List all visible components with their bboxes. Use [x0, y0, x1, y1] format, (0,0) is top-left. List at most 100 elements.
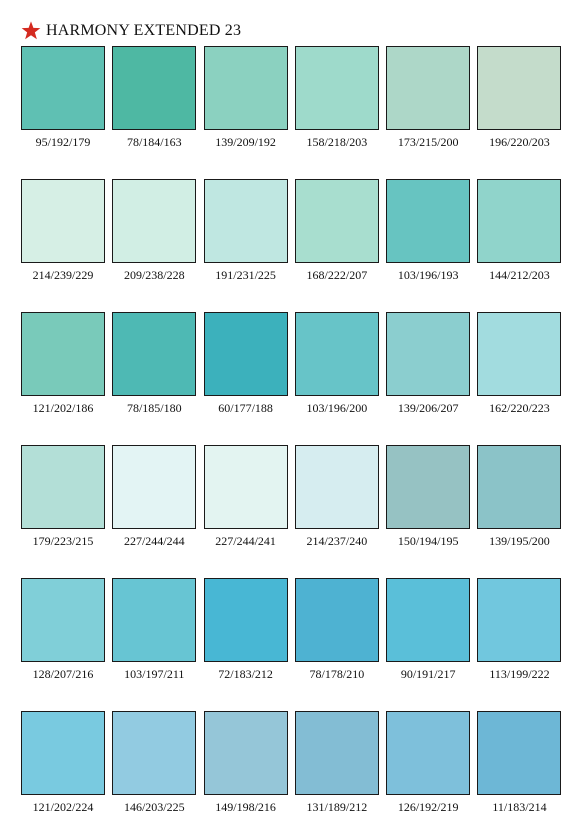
swatch-label: 95/192/179 [35, 135, 91, 149]
swatch-cell: 150/194/195 [386, 445, 471, 549]
color-swatch [386, 445, 471, 529]
swatch-label: 90/191/217 [400, 667, 456, 681]
color-swatch [203, 179, 288, 263]
swatch-label: 227/244/244 [123, 534, 185, 548]
color-swatch [21, 179, 105, 263]
swatch-label: 78/185/180 [126, 401, 182, 415]
color-swatch [477, 445, 562, 529]
swatch-label: 162/220/223 [489, 401, 550, 415]
swatch-cell: 11/183/214 [477, 711, 562, 815]
swatch-label: 60/177/188 [218, 401, 273, 415]
swatch-label: 139/195/200 [489, 534, 550, 548]
swatch-cell: 179/223/215 [21, 445, 105, 549]
swatch-label: 168/222/207 [306, 268, 368, 282]
swatch-label: 139/206/207 [397, 401, 459, 415]
color-swatch [21, 711, 105, 795]
swatch-label: 149/198/216 [215, 800, 276, 814]
color-swatch [21, 445, 105, 529]
swatch-cell: 103/196/200 [294, 312, 379, 416]
swatch-label: 72/183/212 [218, 667, 273, 681]
swatch-grid: 95/192/179 78/184/163 139/209/192 158/218/2… [21, 46, 562, 815]
swatch-cell: 95/192/179 [21, 46, 105, 150]
swatch-label: 139/209/192 [215, 135, 276, 149]
swatch-cell: 103/197/211 [112, 578, 197, 682]
swatch-cell: 113/199/222 [477, 578, 562, 682]
swatch-label: 209/238/228 [123, 268, 185, 282]
swatch-cell: 78/184/163 [112, 46, 197, 150]
swatch-cell: 78/185/180 [112, 312, 197, 416]
swatch-label: 126/192/219 [397, 800, 459, 814]
color-swatch [203, 578, 288, 662]
star-icon [21, 21, 41, 40]
color-swatch [112, 179, 197, 263]
swatch-label: 150/194/195 [397, 534, 459, 548]
swatch-cell: 173/215/200 [386, 46, 471, 150]
swatch-label: 113/199/222 [489, 667, 550, 681]
color-swatch [386, 46, 471, 130]
color-swatch [294, 312, 379, 396]
color-swatch [21, 46, 105, 130]
swatch-label: 214/239/229 [32, 268, 94, 282]
swatch-label: 121/202/186 [32, 401, 94, 415]
color-swatch [477, 578, 562, 662]
swatch-label: 103/197/211 [124, 667, 185, 681]
swatch-label: 11/183/214 [492, 800, 547, 814]
color-swatch [386, 711, 471, 795]
color-swatch [21, 578, 105, 662]
swatch-cell: 196/220/203 [477, 46, 562, 150]
swatch-cell: 139/206/207 [386, 312, 471, 416]
swatch-cell: 139/195/200 [477, 445, 562, 549]
color-swatch [112, 46, 197, 130]
color-swatch [386, 179, 471, 263]
color-swatch [386, 578, 471, 662]
color-swatch [203, 445, 288, 529]
color-swatch [477, 46, 562, 130]
color-swatch [112, 578, 197, 662]
swatch-label: 158/218/203 [306, 135, 368, 149]
swatch-cell: 90/191/217 [386, 578, 471, 682]
swatch-cell: 144/212/203 [477, 179, 562, 283]
swatch-cell: 128/207/216 [21, 578, 105, 682]
swatch-label: 173/215/200 [397, 135, 459, 149]
color-swatch [477, 179, 562, 263]
color-swatch [203, 711, 288, 795]
swatch-cell: 60/177/188 [203, 312, 288, 416]
swatch-cell: 214/237/240 [294, 445, 379, 549]
color-swatch [477, 312, 562, 396]
color-swatch [477, 711, 562, 795]
color-swatch [203, 312, 288, 396]
swatch-label: 144/212/203 [489, 268, 550, 282]
swatch-label: 227/244/241 [215, 534, 276, 548]
swatch-cell: 72/183/212 [203, 578, 288, 682]
swatch-label: 78/178/210 [309, 667, 365, 681]
swatch-label: 179/223/215 [32, 534, 94, 548]
swatch-label: 121/202/224 [32, 800, 94, 814]
color-swatch [112, 445, 197, 529]
swatch-cell: 191/231/225 [203, 179, 288, 283]
swatch-cell: 168/222/207 [294, 179, 379, 283]
color-swatch [294, 711, 379, 795]
swatch-cell: 78/178/210 [294, 578, 379, 682]
swatch-cell: 121/202/186 [21, 312, 105, 416]
swatch-cell: 209/238/228 [112, 179, 197, 283]
swatch-cell: 146/203/225 [112, 711, 197, 815]
swatch-cell: 126/192/219 [386, 711, 471, 815]
swatch-label: 103/196/193 [397, 268, 459, 282]
color-swatch [21, 312, 105, 396]
color-swatch [203, 46, 288, 130]
swatch-label: 78/184/163 [126, 135, 182, 149]
color-swatch [112, 711, 197, 795]
swatch-cell: 227/244/244 [112, 445, 197, 549]
color-swatch [294, 445, 379, 529]
swatch-cell: 149/198/216 [203, 711, 288, 815]
swatch-label: 146/203/225 [123, 800, 185, 814]
swatch-cell: 214/239/229 [21, 179, 105, 283]
color-swatch [112, 312, 197, 396]
swatch-cell: 139/209/192 [203, 46, 288, 150]
color-swatch [294, 179, 379, 263]
swatch-label: 131/189/212 [306, 800, 368, 814]
swatch-label: 103/196/200 [306, 401, 368, 415]
color-swatch [294, 578, 379, 662]
swatch-label: 191/231/225 [215, 268, 276, 282]
swatch-label: 128/207/216 [32, 667, 94, 681]
